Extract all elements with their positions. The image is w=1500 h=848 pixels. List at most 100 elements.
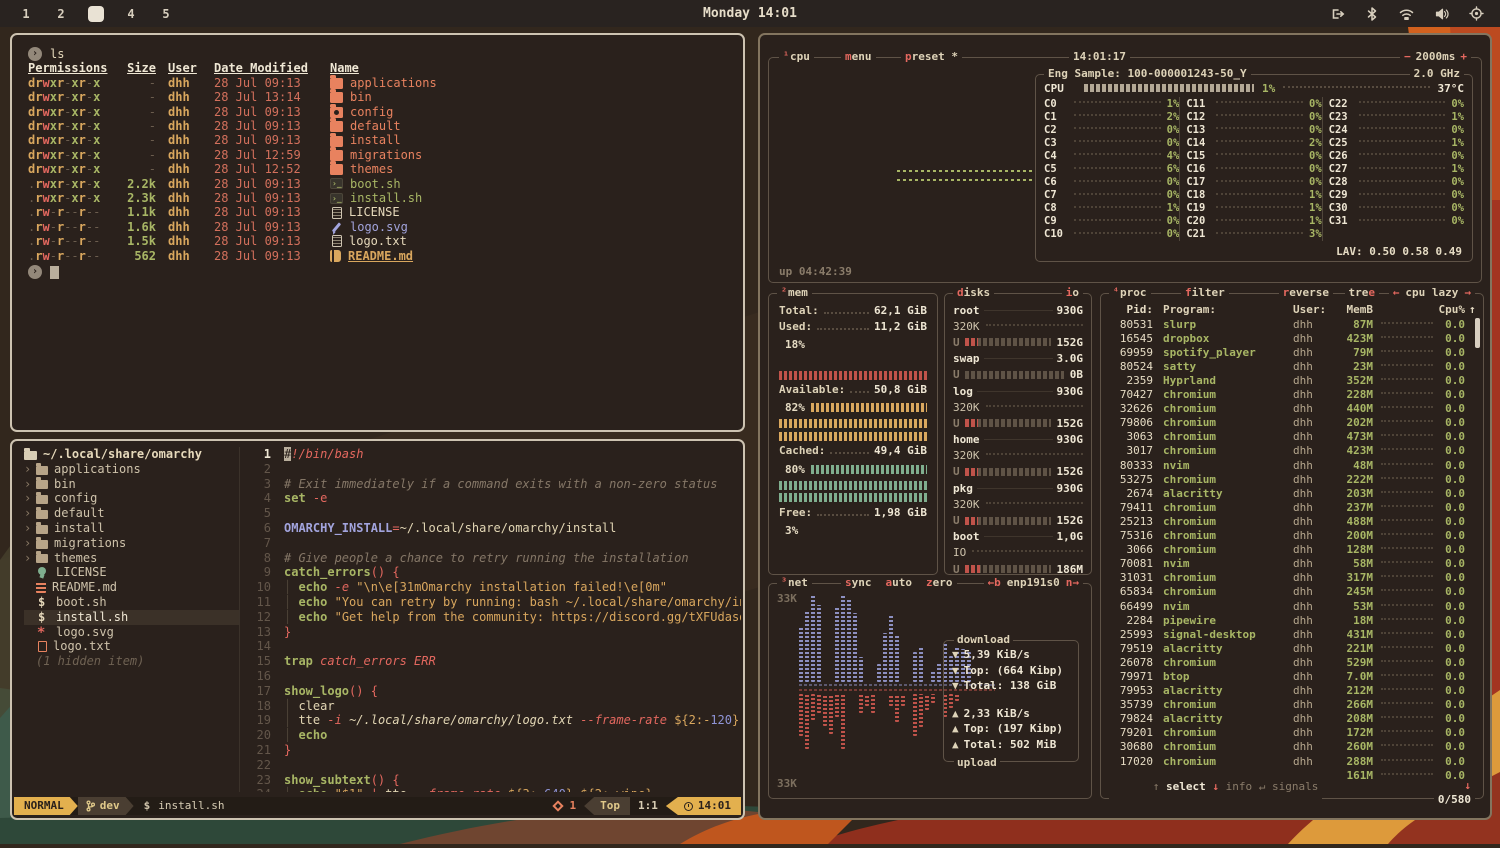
tree-item-label: boot.sh: [56, 595, 107, 610]
signals-action[interactable]: signals: [1272, 780, 1318, 793]
tree-button[interactable]: tree: [1345, 286, 1380, 299]
process-row[interactable]: 79411 chromium dhh 237M 0.0: [1109, 500, 1477, 514]
settings-icon[interactable]: [1469, 6, 1484, 21]
next-interface-button[interactable]: n→: [1066, 576, 1079, 589]
process-row[interactable]: 26078 chromium dhh 529M 0.0: [1109, 655, 1477, 669]
process-row[interactable]: 80531 slurp dhh 87M 0.0: [1109, 317, 1477, 331]
statusline-right: 1 Top 1:1 14:01: [554, 797, 742, 815]
process-row[interactable]: 32626 chromium dhh 440M 0.0: [1109, 402, 1477, 416]
tree-item[interactable]: › bin: [24, 477, 239, 492]
preset-button[interactable]: preset *: [901, 50, 962, 63]
net-option-button[interactable]: zero: [926, 576, 953, 589]
io-title[interactable]: io: [1062, 286, 1083, 299]
process-row[interactable]: 31031 chromium dhh 317M 0.0: [1109, 571, 1477, 585]
process-row[interactable]: 2674 alacritty dhh 203M 0.0: [1109, 486, 1477, 500]
process-user: dhh: [1293, 642, 1331, 655]
process-row[interactable]: 66499 nvim dhh 53M 0.0: [1109, 599, 1477, 613]
line-number: 14: [241, 639, 271, 654]
process-mem: 431M: [1331, 628, 1373, 641]
scroll-down-icon[interactable]: ↓: [1464, 779, 1471, 792]
shell-file-icon: $: [144, 799, 151, 814]
process-row[interactable]: 79519 alacritty dhh 221M 0.0: [1109, 641, 1477, 655]
screencast-icon[interactable]: [1330, 6, 1346, 22]
network-icon[interactable]: [1398, 6, 1415, 22]
process-row[interactable]: 70081 nvim dhh 58M 0.0: [1109, 557, 1477, 571]
file-size: 1.6k: [116, 220, 156, 234]
process-row[interactable]: 25213 chromium dhh 488M 0.0: [1109, 514, 1477, 528]
tree-item[interactable]: › default: [24, 506, 239, 521]
filter-button[interactable]: filter: [1181, 286, 1229, 299]
process-row[interactable]: 2359 Hyprland dhh 352M 0.0: [1109, 373, 1477, 387]
process-row[interactable]: 2284 pipewire dhh 18M 0.0: [1109, 613, 1477, 627]
select-action[interactable]: select: [1166, 780, 1206, 793]
process-name: slurp: [1163, 318, 1291, 331]
tree-item[interactable]: logo.svg: [24, 625, 239, 640]
sort-selector[interactable]: ← cpu lazy →: [1389, 286, 1475, 299]
disk-size: 930G: [1057, 482, 1084, 495]
reverse-button[interactable]: reverse: [1279, 286, 1333, 299]
process-row[interactable]: 3066 chromium dhh 128M 0.0: [1109, 543, 1477, 557]
process-row[interactable]: 70427 chromium dhh 228M 0.0: [1109, 388, 1477, 402]
process-row[interactable]: 80333 nvim dhh 48M 0.0: [1109, 458, 1477, 472]
tree-item[interactable]: LICENSE: [24, 565, 239, 580]
process-mem: 488M: [1331, 515, 1373, 528]
prompt-line-2[interactable]: ›: [28, 265, 743, 279]
process-row[interactable]: 25993 signal-desktop dhh 431M 0.0: [1109, 627, 1477, 641]
process-row[interactable]: 79971 btop dhh 7.0M 0.0: [1109, 669, 1477, 683]
tree-item[interactable]: README.md: [24, 580, 239, 595]
tree-item[interactable]: logo.txt: [24, 639, 239, 654]
code-text: │ echo -e "\n\e[31mOmarchy installation …: [284, 580, 667, 595]
process-row[interactable]: 65834 chromium dhh 245M 0.0: [1109, 585, 1477, 599]
core-row: C70%: [1044, 189, 1179, 202]
process-row[interactable]: 35739 chromium dhh 266M 0.0: [1109, 698, 1477, 712]
core-row: C56%: [1044, 162, 1179, 175]
file-tree[interactable]: ~/.local/share/omarchy › applications › …: [12, 447, 240, 792]
volume-icon[interactable]: [1434, 6, 1450, 22]
interval-minus[interactable]: −: [1404, 50, 1411, 63]
mem-available-bar: [779, 419, 927, 428]
process-row[interactable]: 3063 chromium dhh 473M 0.0: [1109, 430, 1477, 444]
process-row[interactable]: 79824 alacritty dhh 208M 0.0: [1109, 712, 1477, 726]
process-row[interactable]: 75316 chromium dhh 200M 0.0: [1109, 529, 1477, 543]
mem-available: 50,8 GiB: [874, 383, 927, 396]
tree-item[interactable]: boot.sh: [24, 595, 239, 610]
bluetooth-icon[interactable]: [1365, 6, 1379, 22]
disk-used-bar: [965, 468, 1051, 476]
code-editor[interactable]: 1#!/bin/bash 2 3# Exit immediately if a …: [241, 447, 741, 792]
process-row[interactable]: 80524 satty dhh 23M 0.0: [1109, 359, 1477, 373]
process-row[interactable]: 30680 chromium dhh 260M 0.0: [1109, 740, 1477, 754]
prev-interface-button[interactable]: ←b: [988, 576, 1001, 589]
editor-window[interactable]: ~/.local/share/omarchy › applications › …: [10, 439, 745, 820]
tree-item[interactable]: install.sh: [24, 610, 239, 625]
tree-item[interactable]: › config: [24, 491, 239, 506]
process-row[interactable]: 16545 dropbox dhh 423M 0.0: [1109, 331, 1477, 345]
process-row[interactable]: 79806 chromium dhh 202M 0.0: [1109, 416, 1477, 430]
system-monitor-window[interactable]: ¹ cpu menu preset * 14:01:17 − 2000ms + …: [758, 33, 1492, 820]
tree-item[interactable]: › applications: [24, 462, 239, 477]
mem-total: 62,1 GiB: [874, 304, 927, 317]
file-name: LICENSE: [349, 205, 400, 219]
tree-item[interactable]: › install: [24, 521, 239, 536]
menu-button[interactable]: menu: [841, 50, 876, 63]
tree-item[interactable]: (1 hidden item): [24, 654, 239, 669]
tree-item[interactable]: › themes: [24, 551, 239, 566]
process-row[interactable]: 53275 chromium dhh 222M 0.0: [1109, 472, 1477, 486]
interval-plus[interactable]: +: [1460, 50, 1467, 63]
tree-root[interactable]: ~/.local/share/omarchy: [24, 447, 239, 462]
vim-mode-badge: NORMAL: [14, 797, 78, 815]
info-action[interactable]: info: [1226, 780, 1253, 793]
net-option-button[interactable]: sync: [845, 576, 872, 589]
process-name: nvim: [1163, 557, 1291, 570]
process-row[interactable]: 79201 chromium dhh 172M 0.0: [1109, 726, 1477, 740]
tree-item[interactable]: › migrations: [24, 536, 239, 551]
file-name-cell: bin: [330, 90, 372, 104]
process-row[interactable]: 3017 chromium dhh 423M 0.0: [1109, 444, 1477, 458]
process-cpu: 0.0: [1437, 501, 1465, 514]
disks-title[interactable]: disks: [953, 286, 994, 299]
process-row[interactable]: 69959 spotify_player dhh 79M 0.0: [1109, 345, 1477, 359]
net-option-button[interactable]: auto: [886, 576, 913, 589]
process-row[interactable]: 17020 chromium dhh 288M 0.0: [1109, 754, 1477, 768]
process-row[interactable]: 79953 alacritty dhh 212M 0.0: [1109, 684, 1477, 698]
terminal-window[interactable]: › ls Permissions Size User Date Modified…: [10, 33, 745, 432]
proc-scrollbar-thumb[interactable]: [1475, 318, 1480, 348]
